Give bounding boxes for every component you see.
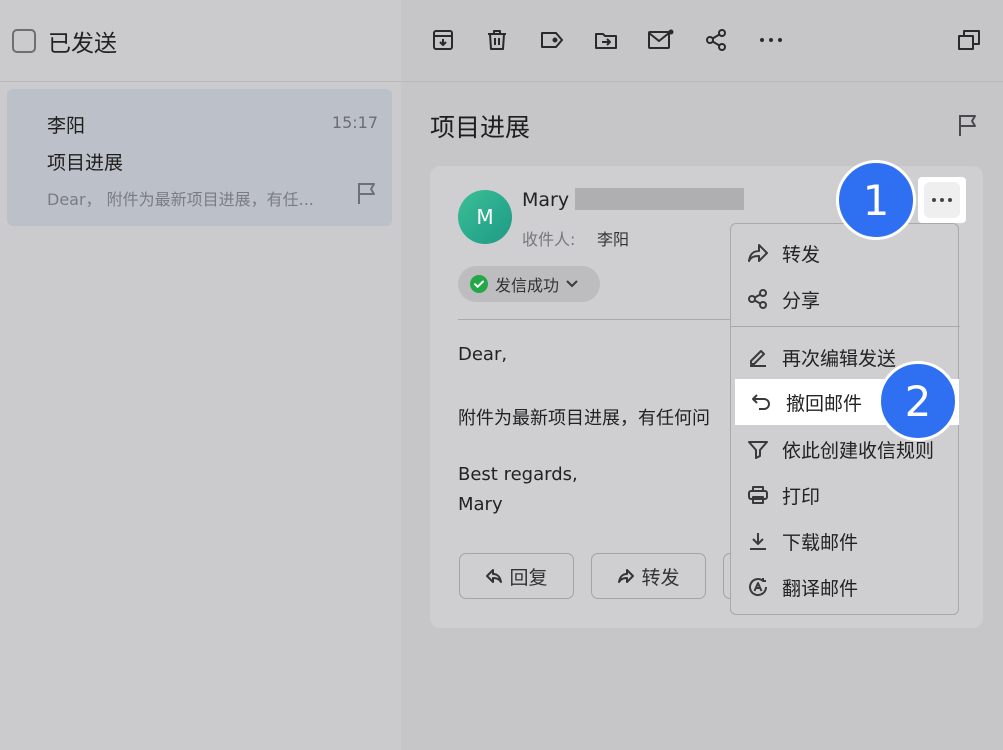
chevron-down-icon <box>565 279 579 289</box>
edit-icon <box>747 347 769 367</box>
check-circle-icon <box>470 275 488 293</box>
step-badge-1: 1 <box>836 160 916 240</box>
body-greeting: Dear, <box>458 344 508 365</box>
tag-icon[interactable] <box>536 24 568 56</box>
more-icon <box>924 182 960 218</box>
menu-item-download[interactable]: 下载邮件 <box>731 518 960 564</box>
archive-icon[interactable] <box>427 24 459 56</box>
list-item[interactable]: 李阳 15:17 项目进展 Dear， 附件为最新项目进展，有任... <box>7 89 392 226</box>
reader-toolbar <box>401 0 1003 82</box>
reply-label: 回复 <box>509 566 548 589</box>
menu-item-print[interactable]: 打印 <box>731 472 960 518</box>
undo-icon <box>751 392 773 412</box>
redacted-sender-address <box>575 188 744 210</box>
menu-item-share[interactable]: 分享 <box>731 276 960 322</box>
flag-icon[interactable] <box>356 181 378 205</box>
send-status-badge[interactable]: 发信成功 <box>458 266 600 302</box>
forward-label: 转发 <box>641 566 680 589</box>
share-icon <box>747 289 769 309</box>
reply-icon <box>485 568 503 584</box>
mail-list-panel: 已发送 李阳 15:17 项目进展 Dear， 附件为最新项目进展，有任... <box>0 0 401 750</box>
mail-list-header: 已发送 <box>0 0 401 82</box>
filter-icon <box>747 439 769 459</box>
share-icon[interactable] <box>700 24 732 56</box>
menu-item-label: 打印 <box>782 485 821 508</box>
send-status-text: 发信成功 <box>495 276 560 295</box>
mark-unread-icon[interactable] <box>645 24 677 56</box>
menu-item-label: 分享 <box>782 289 821 312</box>
step-badge-2: 2 <box>878 361 958 441</box>
email-more-button[interactable] <box>918 177 966 223</box>
delete-icon[interactable] <box>481 24 513 56</box>
translate-icon <box>747 576 769 598</box>
mail-sender: 李阳 <box>47 115 86 137</box>
reply-button[interactable]: 回复 <box>459 553 574 599</box>
sender-name[interactable]: Mary <box>522 189 569 211</box>
open-new-window-icon[interactable] <box>953 24 985 56</box>
menu-divider <box>731 326 960 327</box>
flag-icon[interactable] <box>957 113 979 137</box>
menu-item-label: 再次编辑发送 <box>782 347 897 370</box>
menu-item-label: 撤回邮件 <box>786 392 863 415</box>
body-text: 附件为最新项目进展，有任何问 <box>458 408 710 429</box>
body-signature: Mary <box>458 494 503 515</box>
menu-item-forward[interactable]: 转发 <box>731 230 960 276</box>
menu-item-label: 转发 <box>782 243 821 266</box>
menu-item-translate[interactable]: 翻译邮件 <box>731 564 960 610</box>
avatar: M <box>458 190 512 244</box>
folder-title: 已发送 <box>48 30 117 57</box>
move-to-folder-icon[interactable] <box>590 24 622 56</box>
body-closing: Best regards, <box>458 464 578 485</box>
menu-item-label: 翻译邮件 <box>782 577 859 600</box>
menu-item-label: 下载邮件 <box>782 531 859 554</box>
mail-preview: Dear， 附件为最新项目进展，有任... <box>47 190 314 209</box>
forward-button[interactable]: 转发 <box>591 553 706 599</box>
forward-icon <box>747 243 769 263</box>
select-all-checkbox[interactable] <box>12 28 36 53</box>
recipient-name[interactable]: 李阳 <box>597 226 629 250</box>
download-icon <box>747 531 769 551</box>
print-icon <box>747 485 769 505</box>
forward-icon <box>617 568 635 584</box>
recipient-label: 收件人: <box>522 230 576 249</box>
mail-subject: 项目进展 <box>47 152 124 174</box>
mail-time: 15:17 <box>331 113 378 132</box>
more-icon[interactable] <box>755 24 787 56</box>
email-subject-title: 项目进展 <box>430 113 531 142</box>
